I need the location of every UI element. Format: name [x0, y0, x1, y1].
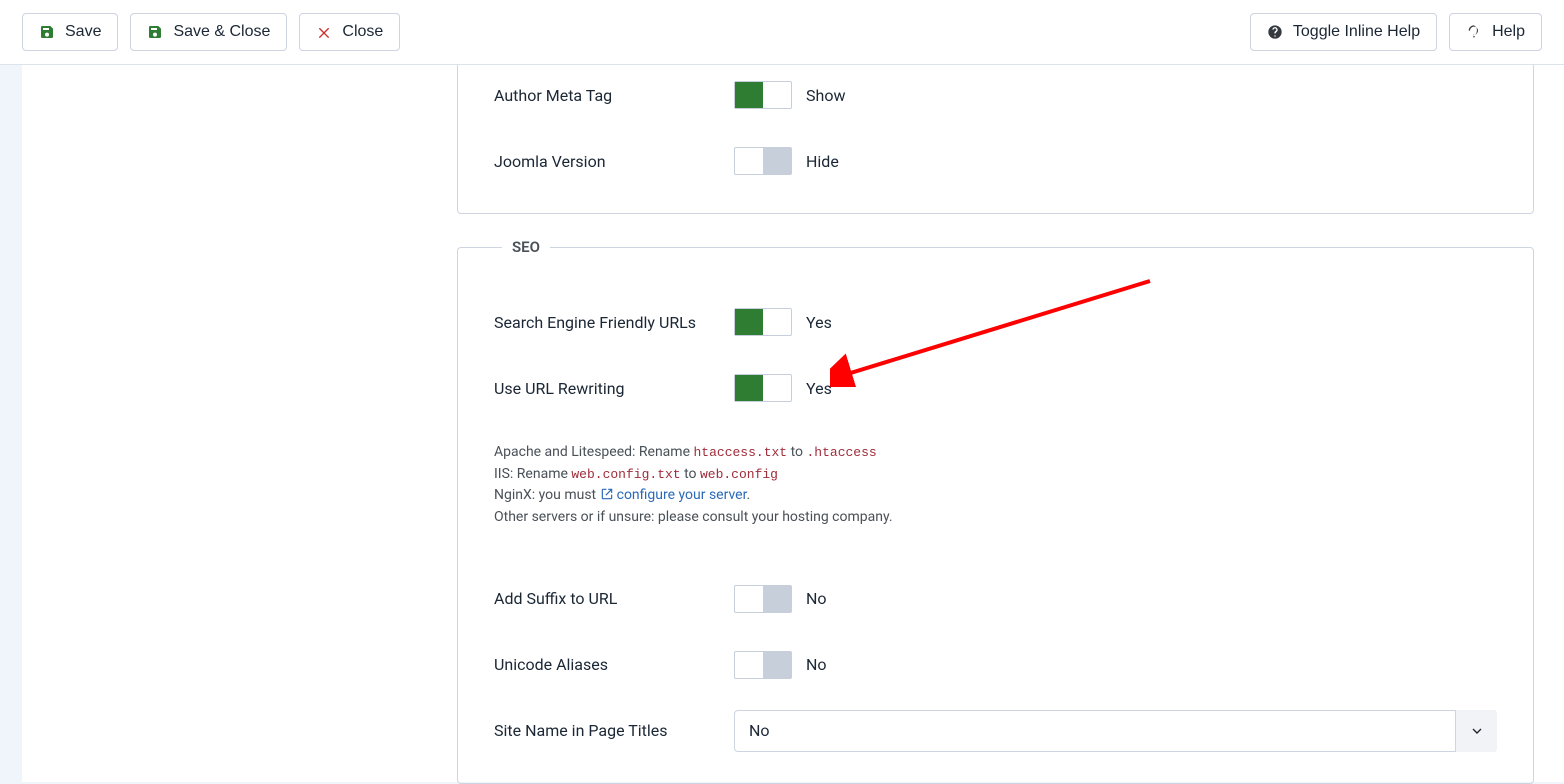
save-button[interactable]: Save	[22, 13, 118, 51]
toolbar-left: Save Save & Close Close	[22, 13, 400, 51]
help-button[interactable]: Help	[1449, 13, 1542, 51]
close-label: Close	[342, 23, 383, 41]
toggle-sef-urls[interactable]	[734, 308, 792, 336]
page-body: Author Meta Tag Show Joomla Version Hide…	[0, 65, 1564, 782]
toggle-unicode-aliases[interactable]	[734, 651, 792, 679]
value-joomla-version: Hide	[806, 152, 839, 171]
value-unicode-aliases: No	[806, 655, 827, 674]
save-icon	[147, 24, 163, 40]
seo-group: SEO Search Engine Friendly URLs Yes Use …	[457, 238, 1534, 784]
value-author-meta: Show	[806, 86, 845, 105]
label-add-suffix: Add Suffix to URL	[494, 589, 734, 608]
row-url-rewriting: Use URL Rewriting Yes	[494, 364, 1497, 412]
metadata-group: Author Meta Tag Show Joomla Version Hide	[457, 65, 1534, 214]
row-author-meta: Author Meta Tag Show	[494, 71, 1497, 119]
row-add-suffix: Add Suffix to URL No	[494, 575, 1497, 623]
external-link-icon	[600, 487, 614, 501]
value-add-suffix: No	[806, 589, 827, 608]
save-icon	[39, 24, 55, 40]
save-label: Save	[65, 23, 101, 41]
toolbar: Save Save & Close Close Toggle Inline He…	[0, 0, 1564, 65]
toolbar-right: Toggle Inline Help Help	[1250, 13, 1542, 51]
toggle-add-suffix[interactable]	[734, 585, 792, 613]
save-close-button[interactable]: Save & Close	[130, 13, 287, 51]
value-sef-urls: Yes	[806, 313, 832, 332]
label-url-rewriting: Use URL Rewriting	[494, 379, 734, 398]
rewrite-help-text: Apache and Litespeed: Rename htaccess.tx…	[494, 442, 1497, 529]
configure-server-link[interactable]: configure your server	[600, 487, 747, 503]
close-button[interactable]: Close	[299, 13, 400, 51]
question-icon	[1466, 24, 1482, 40]
main-panel: Author Meta Tag Show Joomla Version Hide…	[417, 65, 1564, 782]
save-close-label: Save & Close	[173, 23, 270, 41]
toggle-author-meta[interactable]	[734, 81, 792, 109]
label-sitename-titles: Site Name in Page Titles	[494, 721, 734, 740]
row-joomla-version: Joomla Version Hide	[494, 137, 1497, 185]
row-sef-urls: Search Engine Friendly URLs Yes	[494, 298, 1497, 346]
question-circle-icon	[1267, 24, 1283, 40]
toggle-url-rewriting[interactable]	[734, 374, 792, 402]
select-sitename-titles[interactable]: No	[734, 710, 1497, 752]
row-unicode-aliases: Unicode Aliases No	[494, 641, 1497, 689]
row-sitename-titles: Site Name in Page Titles No	[494, 707, 1497, 755]
label-unicode-aliases: Unicode Aliases	[494, 655, 734, 674]
select-sitename-value: No	[749, 721, 770, 740]
value-url-rewriting: Yes	[806, 379, 832, 398]
help-label: Help	[1492, 23, 1525, 41]
toggle-inline-help-label: Toggle Inline Help	[1293, 23, 1420, 41]
toggle-joomla-version[interactable]	[734, 147, 792, 175]
toggle-inline-help-button[interactable]: Toggle Inline Help	[1250, 13, 1437, 51]
close-icon	[316, 24, 332, 40]
seo-legend: SEO	[502, 238, 550, 256]
label-author-meta: Author Meta Tag	[494, 86, 734, 105]
sidebar	[22, 65, 417, 782]
label-joomla-version: Joomla Version	[494, 152, 734, 171]
label-sef-urls: Search Engine Friendly URLs	[494, 313, 734, 332]
